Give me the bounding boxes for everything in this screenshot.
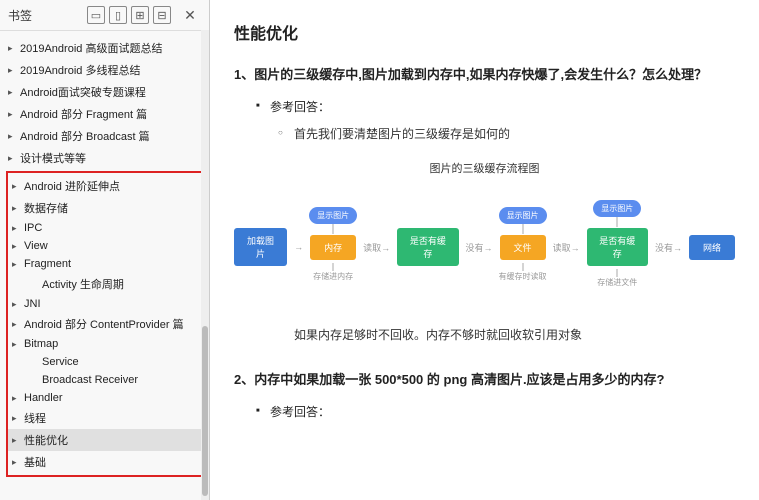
bookmark-item[interactable]: ▸2019Android 多线程总结 — [4, 59, 205, 81]
bookmark-tree: ▸2019Android 高级面试题总结▸2019Android 多线程总结▸A… — [0, 31, 209, 500]
chevron-right-icon: ▸ — [12, 319, 22, 330]
main-content: 性能优化 1、图片的三级缓存中,图片加载到内存中,如果内存快爆了,会发生什么？怎… — [210, 0, 759, 500]
chevron-right-icon: ▸ — [12, 435, 22, 446]
layout-icon-2[interactable]: ▯ — [109, 6, 127, 24]
flow-top-label: 显示图片 — [593, 200, 641, 217]
flow-node-hascache2: 是否有缓存显示图片存储进文件 — [587, 228, 648, 266]
scrollbar-thumb[interactable] — [202, 326, 208, 496]
close-icon[interactable]: ✕ — [181, 6, 199, 24]
page-title: 性能优化 — [234, 20, 735, 44]
bookmark-item[interactable]: ▸基础 — [8, 451, 201, 473]
bookmark-item[interactable]: ▸性能优化 — [8, 429, 201, 451]
bookmark-label: Handler — [24, 392, 63, 404]
bookmarks-sidebar: 书签 ▭ ▯ ⊞ ⊟ ✕ ▸2019Android 高级面试题总结▸2019An… — [0, 0, 210, 500]
bookmark-item[interactable]: ▸Android 部分 Fragment 篇 — [4, 103, 205, 125]
bookmark-label: 基础 — [24, 454, 46, 470]
chevron-right-icon: ▸ — [12, 241, 22, 252]
bookmark-label: Android 部分 Broadcast 篇 — [20, 128, 150, 144]
bookmark-item[interactable]: ▸JNI — [8, 295, 201, 313]
sidebar-header: 书签 ▭ ▯ ⊞ ⊟ ✕ — [0, 0, 209, 31]
chevron-right-icon: ▸ — [8, 43, 18, 54]
chevron-right-icon: ▸ — [12, 299, 22, 310]
flow-node-mem: 内存显示图片存储进内存 — [310, 235, 356, 260]
flow-node-net: 网络 — [689, 235, 735, 260]
chevron-right-icon: ▸ — [12, 181, 22, 192]
chevron-right-icon: ▸ — [8, 87, 18, 98]
question-1: 1、图片的三级缓存中,图片加载到内存中,如果内存快爆了,会发生什么？怎么处理？ — [234, 62, 735, 88]
flow-edge: 没有→ — [465, 241, 494, 254]
flow-edge: 读取→ — [552, 241, 581, 254]
bookmark-label: 2019Android 多线程总结 — [20, 62, 140, 78]
bookmark-item[interactable]: ▸线程 — [8, 407, 201, 429]
chevron-right-icon: ▸ — [12, 339, 22, 350]
bookmark-item[interactable]: ▸Android 部分 ContentProvider 篇 — [8, 313, 201, 335]
highlighted-group: ▸Android 进阶延伸点▸数据存储▸IPC▸View▸FragmentAct… — [6, 171, 203, 477]
bookmark-label: View — [24, 240, 48, 252]
chevron-right-icon: ▸ — [12, 223, 22, 234]
bookmark-label: Fragment — [24, 258, 71, 270]
bookmark-item[interactable]: ▸Android 部分 Broadcast 篇 — [4, 125, 205, 147]
bookmark-item[interactable]: Broadcast Receiver — [8, 371, 201, 389]
bookmark-item[interactable]: ▸Bitmap — [8, 335, 201, 353]
flow-node-load: 加载图片 — [234, 228, 287, 266]
flow-edge: → — [293, 242, 304, 252]
scrollbar[interactable] — [201, 30, 209, 500]
chevron-right-icon: ▸ — [8, 109, 18, 120]
flow-bottom-label: 有缓存时读取 — [499, 271, 547, 282]
flow-bottom-label: 存储进内存 — [313, 271, 353, 282]
flow-top-label: 显示图片 — [309, 207, 357, 224]
bookmark-item[interactable]: ▸Android 进阶延伸点 — [8, 175, 201, 197]
bookmark-label: JNI — [24, 298, 41, 310]
bookmark-item[interactable]: ▸Android面试突破专题课程 — [4, 81, 205, 103]
chevron-right-icon: ▸ — [12, 259, 22, 270]
bookmark-label: Android 进阶延伸点 — [24, 178, 120, 194]
expand-icon[interactable]: ⊞ — [131, 6, 149, 24]
chevron-right-icon: ▸ — [8, 131, 18, 142]
bookmark-label: Android 部分 Fragment 篇 — [20, 106, 147, 122]
collapse-icon[interactable]: ⊟ — [153, 6, 171, 24]
chevron-right-icon: ▸ — [12, 413, 22, 424]
flowchart: 加载图片→内存显示图片存储进内存读取→是否有缓存没有→文件显示图片有缓存时读取读… — [234, 192, 735, 302]
bookmark-label: Android面试突破专题课程 — [20, 84, 146, 100]
chevron-right-icon: ▸ — [12, 457, 22, 468]
flow-edge: 读取→ — [362, 241, 391, 254]
bookmark-label: IPC — [24, 222, 42, 234]
bookmark-label: 2019Android 高级面试题总结 — [20, 40, 162, 56]
sub-point-1: 首先我们要清楚图片的三级缓存是如何的 — [294, 125, 735, 142]
bookmark-label: Bitmap — [24, 338, 58, 350]
answer-label-2: 参考回答： — [270, 403, 735, 420]
bookmark-item[interactable]: Activity 生命周期 — [8, 273, 201, 295]
bookmark-label: Service — [42, 356, 79, 368]
chevron-right-icon: ▸ — [8, 153, 18, 164]
chevron-right-icon: ▸ — [12, 203, 22, 214]
bookmark-label: Android 部分 ContentProvider 篇 — [24, 316, 184, 332]
note-text: 如果内存足够时不回收。内存不够时就回收软引用对象 — [294, 326, 735, 343]
sidebar-title: 书签 — [8, 7, 85, 24]
chevron-right-icon: ▸ — [8, 65, 18, 76]
flow-node-hascache: 是否有缓存 — [397, 228, 458, 266]
flow-bottom-label: 存储进文件 — [597, 277, 637, 288]
bookmark-item[interactable]: ▸IPC — [8, 219, 201, 237]
bookmark-label: Broadcast Receiver — [42, 374, 138, 386]
chart-title: 图片的三级缓存流程图 — [234, 160, 735, 176]
flow-node-file: 文件显示图片有缓存时读取 — [500, 235, 546, 260]
layout-icon-1[interactable]: ▭ — [87, 6, 105, 24]
bookmark-item[interactable]: Service — [8, 353, 201, 371]
bookmark-item[interactable]: ▸View — [8, 237, 201, 255]
flow-top-label: 显示图片 — [499, 207, 547, 224]
flow-edge: 没有→ — [654, 241, 683, 254]
question-2: 2、内存中如果加载一张 500*500 的 png 高清图片.应该是占用多少的内… — [234, 367, 735, 393]
bookmark-item[interactable]: ▸数据存储 — [8, 197, 201, 219]
bookmark-label: Activity 生命周期 — [42, 276, 124, 292]
bookmark-item[interactable]: ▸Fragment — [8, 255, 201, 273]
bookmark-item[interactable]: ▸设计模式等等 — [4, 147, 205, 169]
bookmark-label: 数据存储 — [24, 200, 68, 216]
answer-label-1: 参考回答： — [270, 98, 735, 115]
bookmark-label: 设计模式等等 — [20, 150, 86, 166]
bookmark-item[interactable]: ▸2019Android 高级面试题总结 — [4, 37, 205, 59]
bookmark-label: 性能优化 — [24, 432, 68, 448]
bookmark-item[interactable]: ▸Handler — [8, 389, 201, 407]
chevron-right-icon: ▸ — [12, 393, 22, 404]
bookmark-label: 线程 — [24, 410, 46, 426]
